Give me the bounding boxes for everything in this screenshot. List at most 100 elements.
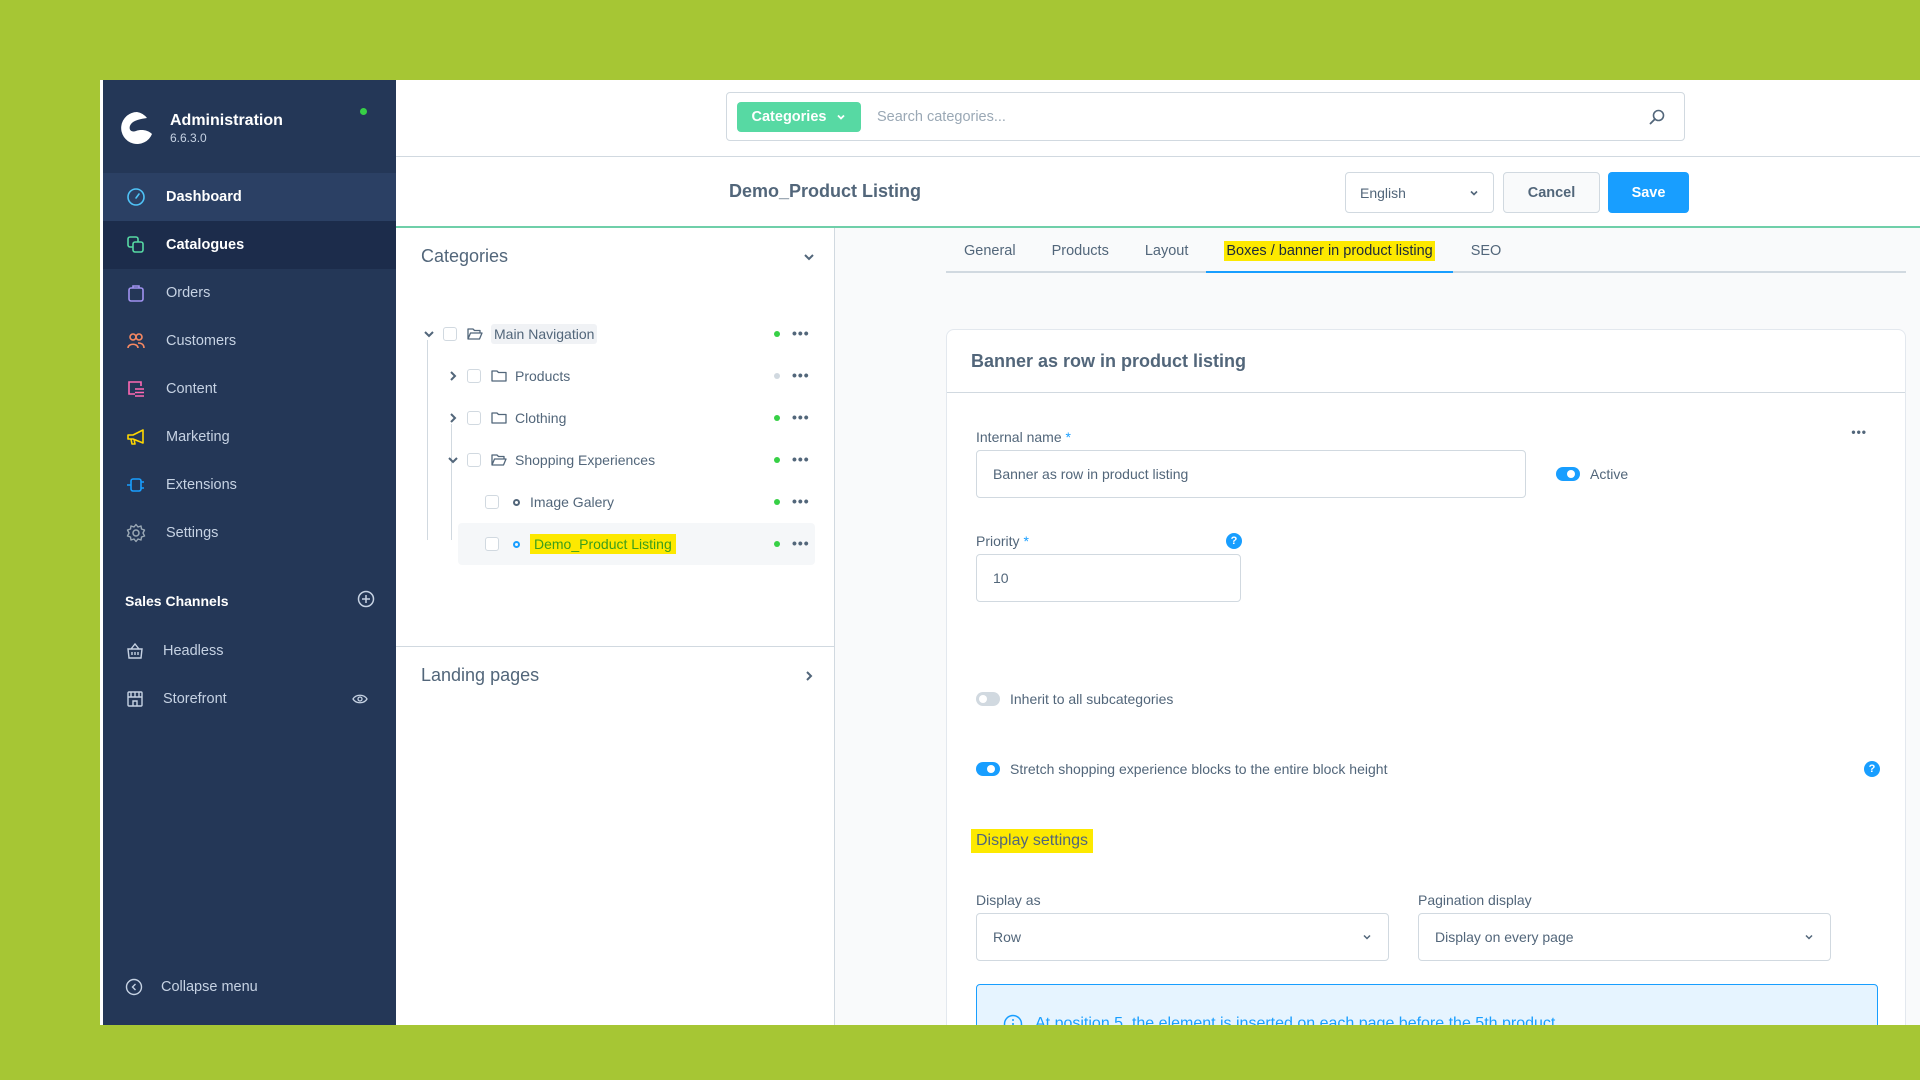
tree-item-label: Products [515, 368, 571, 384]
category-panel: Categories Main Navigation ••• Products [396, 228, 835, 1025]
more-actions-icon[interactable]: ••• [792, 451, 810, 467]
sidebar-item-label: Extensions [166, 477, 237, 493]
app-title: Administration [170, 112, 283, 129]
save-button[interactable]: Save [1608, 172, 1689, 213]
stretch-help-icon[interactable]: ? [1864, 761, 1880, 777]
tree-checkbox[interactable] [485, 537, 499, 551]
language-select[interactable]: English [1345, 172, 1494, 213]
page-header: Demo_Product Listing English Cancel Save [396, 157, 1920, 228]
more-actions-icon[interactable]: ••• [792, 493, 810, 509]
display-as-label: Display as [976, 892, 1041, 908]
chevron-down-icon [1363, 934, 1371, 940]
card-more-actions-icon[interactable]: ••• [1851, 425, 1867, 439]
content-area: General Products Layout Boxes / banner i… [835, 228, 1920, 1025]
settings-icon [125, 522, 147, 544]
tree-item-shopping-experiences[interactable]: Shopping Experiences ••• [396, 439, 835, 481]
internal-name-label: Internal name * [976, 429, 1071, 445]
more-actions-icon[interactable]: ••• [792, 367, 810, 383]
priority-input[interactable]: 10 [976, 554, 1241, 602]
chevron-down-icon[interactable] [445, 454, 461, 466]
chevron-right-icon[interactable] [445, 370, 461, 382]
tree-item-main-navigation[interactable]: Main Navigation ••• [396, 313, 835, 355]
categories-header[interactable]: Categories [421, 246, 816, 267]
tab-bar: General Products Layout Boxes / banner i… [946, 228, 1906, 273]
customers-icon [125, 330, 147, 352]
tree-item-image-galery[interactable]: Image Galery ••• [396, 481, 835, 523]
active-toggle[interactable] [1556, 467, 1580, 481]
tab-general[interactable]: General [946, 243, 1034, 271]
sales-channel-headless[interactable]: Headless [103, 627, 396, 675]
tree-checkbox[interactable] [467, 453, 481, 467]
sidebar-item-settings[interactable]: Settings [103, 509, 396, 557]
app-version: 6.6.3.0 [170, 131, 207, 145]
divider [396, 646, 834, 647]
folder-open-icon [491, 453, 507, 467]
inherit-subcategories-label: Inherit to all subcategories [1010, 691, 1174, 707]
banner-card: Banner as row in product listing ••• Int… [946, 329, 1906, 1025]
stretch-blocks-toggle[interactable] [976, 762, 1000, 776]
tree-item-label: Clothing [515, 410, 567, 426]
tab-label: Boxes / banner in product listing [1224, 241, 1435, 261]
categories-title: Categories [421, 246, 509, 266]
chevron-down-icon[interactable] [421, 328, 437, 340]
sidebar-item-marketing[interactable]: Marketing [103, 413, 396, 461]
brand[interactable]: Administration 6.6.3.0 [119, 98, 283, 158]
chevron-right-icon[interactable] [802, 669, 816, 683]
more-actions-icon[interactable]: ••• [792, 325, 810, 341]
status-dot-active [774, 541, 780, 547]
sidebar-item-catalogues[interactable]: Catalogues [103, 221, 396, 269]
inherit-subcategories-toggle[interactable] [976, 692, 1000, 706]
chevron-down-icon[interactable] [802, 250, 816, 264]
sidebar-item-extensions[interactable]: Extensions [103, 461, 396, 509]
add-sales-channel-icon[interactable] [357, 590, 375, 611]
card-title: Banner as row in product listing [947, 330, 1905, 393]
category-tree: Main Navigation ••• Products ••• Clothin… [396, 313, 835, 565]
tree-checkbox[interactable] [443, 327, 457, 341]
tree-item-label: Demo_Product Listing [530, 534, 676, 554]
search-icon[interactable] [1648, 108, 1666, 126]
sales-channel-storefront[interactable]: Storefront [103, 675, 396, 723]
sales-channels-title: Sales Channels [125, 592, 229, 609]
landing-pages-title: Landing pages [421, 665, 540, 685]
priority-help-icon[interactable]: ? [1226, 533, 1242, 549]
cancel-button[interactable]: Cancel [1503, 172, 1600, 213]
sidebar-item-label: Settings [166, 525, 219, 541]
sidebar-item-dashboard[interactable]: Dashboard [103, 173, 396, 221]
internal-name-input[interactable]: Banner as row in product listing [976, 450, 1526, 498]
sidebar-item-content[interactable]: Content [103, 365, 396, 413]
sidebar-item-orders[interactable]: Orders [103, 269, 396, 317]
tab-boxes-banner[interactable]: Boxes / banner in product listing [1206, 241, 1454, 273]
display-as-select[interactable]: Row [976, 913, 1389, 961]
select-value: Row [993, 929, 1022, 945]
leaf-dot-icon [513, 540, 520, 548]
more-actions-icon[interactable]: ••• [792, 409, 810, 425]
dashboard-icon [125, 186, 147, 208]
tree-item-products[interactable]: Products ••• [396, 355, 835, 397]
tree-checkbox[interactable] [467, 411, 481, 425]
pagination-display-select[interactable]: Display on every page [1418, 913, 1831, 961]
tree-item-label: Main Navigation [491, 324, 598, 344]
chevron-down-icon [837, 114, 846, 120]
sidebar-item-label: Marketing [166, 429, 230, 445]
tree-item-demo-product-listing[interactable]: Demo_Product Listing ••• [396, 523, 835, 565]
sidebar-item-label: Dashboard [166, 189, 242, 205]
tab-layout[interactable]: Layout [1127, 243, 1207, 271]
tree-checkbox[interactable] [485, 495, 499, 509]
collapse-menu-button[interactable]: Collapse menu [125, 978, 258, 996]
tab-products[interactable]: Products [1034, 243, 1127, 271]
more-actions-icon[interactable]: ••• [792, 535, 810, 551]
basket-icon [126, 642, 144, 660]
eye-icon[interactable] [352, 691, 368, 711]
sidebar-item-customers[interactable]: Customers [103, 317, 396, 365]
search-type-dropdown[interactable]: Categories [737, 101, 861, 132]
status-dot-active [774, 499, 780, 505]
select-value: Display on every page [1435, 929, 1574, 945]
tree-item-clothing[interactable]: Clothing ••• [396, 397, 835, 439]
chevron-right-icon[interactable] [445, 412, 461, 424]
active-label: Active [1590, 466, 1629, 482]
search-input[interactable] [877, 108, 1648, 125]
landing-pages-header[interactable]: Landing pages [421, 665, 816, 686]
tab-seo[interactable]: SEO [1453, 243, 1520, 271]
sidebar-item-label: Customers [166, 333, 237, 349]
tree-checkbox[interactable] [467, 369, 481, 383]
